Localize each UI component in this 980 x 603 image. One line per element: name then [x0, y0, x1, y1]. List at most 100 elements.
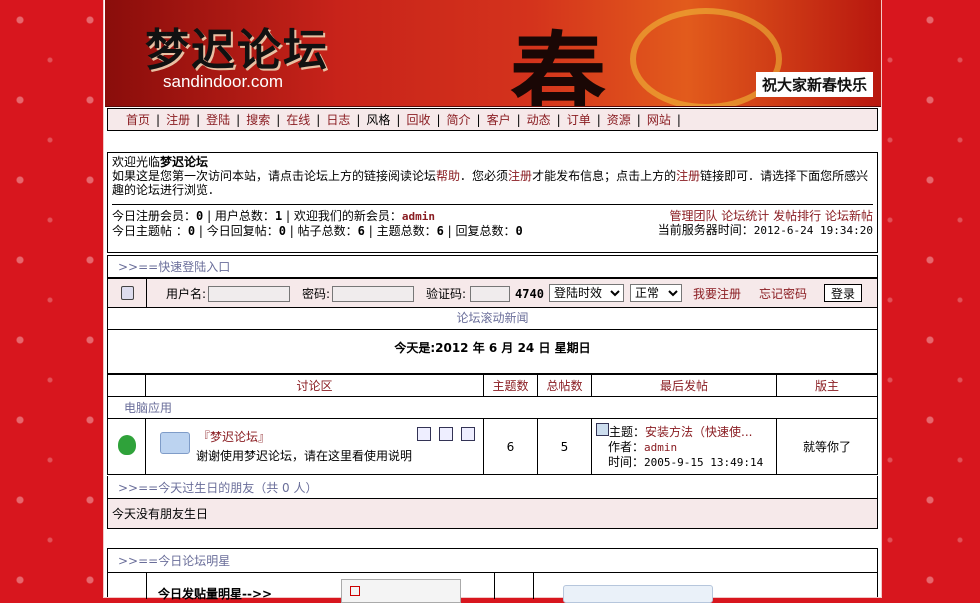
welcome-forum-name: 梦迟论坛 [160, 155, 209, 169]
nav-style[interactable]: 风格 [360, 111, 396, 128]
stars-header: >>==今日论坛明星 [108, 549, 877, 573]
nav-resources[interactable]: 资源 [601, 111, 637, 128]
author-link[interactable]: admin [644, 441, 677, 454]
scrolling-news[interactable]: 论坛滚动新闻 [107, 308, 878, 330]
captcha-group: 验证码: 4740 [426, 285, 544, 302]
login-duration-select[interactable]: 登陆时效 [549, 284, 624, 302]
nav-intro[interactable]: 简介 [441, 111, 477, 128]
nav-login[interactable]: 登陆 [200, 111, 236, 128]
welcome-text-b: ．您必须 [460, 169, 509, 183]
quick-login-header: >>==快速登陆入口 [107, 255, 878, 278]
quick-register-group: 我要注册 [693, 285, 741, 302]
forum-info-cell: 『梦迟论坛』 谢谢使用梦迟论坛，请在这里看使用说明 [145, 418, 484, 475]
posts-value: 6 [357, 224, 365, 238]
today-replies-value: 0 [278, 224, 286, 238]
nav-activity[interactable]: 动态 [521, 111, 557, 128]
user-icon [120, 286, 134, 300]
username-group: 用户名: [166, 285, 291, 302]
link-post-ranking[interactable]: 发帖排行 [773, 209, 821, 223]
birthday-count: （共 0 人） [254, 480, 318, 495]
password-group: 密码: [302, 285, 415, 302]
stars-body: 今日发贴量明星-->> [108, 573, 877, 603]
login-button-group: 登录 [824, 284, 863, 302]
nav-search[interactable]: 搜索 [240, 111, 276, 128]
forum-status-cell [107, 418, 146, 475]
users-label: 用户总数： [214, 209, 275, 223]
forum-logo[interactable]: 梦迟论坛 [145, 14, 329, 78]
header-posts: 总帖数 [537, 374, 592, 397]
quick-register-link[interactable]: 我要注册 [693, 285, 741, 302]
header-forum: 讨论区 [145, 374, 484, 397]
forum-topics-count: 6 [483, 418, 538, 475]
divider [112, 204, 873, 205]
banner-spring-char: 春 [510, 21, 606, 107]
header-moderator: 版主 [776, 374, 878, 397]
today-topics-label: 今日主题帖 ： [112, 224, 188, 238]
replies-label: 回复总数： [455, 224, 516, 238]
nav-client[interactable]: 客户 [481, 111, 517, 128]
link-forum-stats[interactable]: 论坛统计 [721, 209, 769, 223]
new-member-label: 欢迎我们的新会员： [293, 209, 402, 223]
welcome-prefix: 欢迎光临 [112, 155, 161, 169]
quick-login-title: >>==快速登陆入口 [118, 260, 231, 274]
captcha-input[interactable] [470, 285, 511, 302]
posts-label: 帖子总数： [297, 224, 358, 238]
forum-name-link[interactable]: 『梦迟论坛』 [198, 430, 270, 444]
login-button[interactable]: 登录 [824, 284, 863, 302]
last-post-cell: 主题：安装方法（快速使... 作者：admin 时间：2005-9-15 13:… [591, 418, 777, 475]
chart-icon[interactable] [439, 427, 454, 441]
replies-value: 0 [515, 224, 523, 238]
last-topic-link[interactable]: 安装方法（快速使... [645, 425, 752, 439]
author-label: 作者： [608, 440, 645, 454]
broken-image-icon [350, 586, 360, 596]
login-mode-select[interactable]: 正常 [630, 284, 682, 302]
login-icon-cell [108, 279, 147, 307]
nav-home[interactable]: 首页 [120, 111, 156, 128]
today-reg-label: 今日注册会员： [112, 209, 197, 223]
nav-log[interactable]: 日志 [320, 111, 356, 128]
stats-right: 管理团队 论坛统计 发帖排行 论坛新帖 当前服务器时间：2012-6-24 19… [658, 209, 873, 238]
welcome-message: 如果这是您第一次访问本站，请点击论坛上方的链接阅读论坛帮助．您必须注册才能发布信… [112, 169, 873, 197]
birthday-header: >>==今天过生日的朋友 （共 0 人） [107, 476, 878, 499]
apple-icon [117, 435, 136, 455]
quick-login-form: 用户名: 密码: 验证码: 4740 登陆时效 正常 我要注册 忘记密码 登录 [107, 278, 878, 308]
nav-site[interactable]: 网站 [641, 111, 677, 128]
today-reg-value: 0 [196, 209, 204, 223]
duration-group: 登陆时效 [549, 284, 624, 302]
forgot-password-link[interactable]: 忘记密码 [759, 285, 807, 302]
folder-icon [160, 432, 190, 454]
username-input[interactable] [208, 285, 291, 302]
stars-title: >>==今日论坛明星 [118, 554, 231, 568]
last-post-time: 2005-9-15 13:49:14 [644, 456, 764, 469]
site-url: sandindoor.com [163, 72, 284, 91]
nav-orders[interactable]: 订单 [561, 111, 597, 128]
category-name[interactable]: 电脑应用 [107, 396, 878, 419]
username-label: 用户名: [166, 287, 207, 301]
today-topics-value: 0 [187, 224, 196, 238]
forum-actions [413, 427, 475, 444]
nav-recycle[interactable]: 回收 [400, 111, 436, 128]
header-topics: 主题数 [483, 374, 538, 397]
new-member-link[interactable]: admin [402, 210, 435, 223]
forum-row: 『梦迟论坛』 谢谢使用梦迟论坛，请在这里看使用说明 6 5 主题：安装方法（快速… [107, 418, 878, 475]
forum-stats: 今日注册会员：0 | 用户总数：1 | 欢迎我们的新会员：admin 今日主题帖… [112, 209, 873, 238]
forgot-group: 忘记密码 [759, 285, 807, 302]
server-time-value: 2012-6-24 19:34:20 [753, 224, 873, 237]
banner-greeting: 祝大家新春快乐 [755, 72, 873, 97]
register-link-2[interactable]: 注册 [676, 169, 700, 183]
link-new-posts[interactable]: 论坛新帖 [825, 209, 873, 223]
list-icon[interactable] [417, 427, 432, 441]
last-topic-label: 主题： [609, 425, 646, 439]
password-input[interactable] [332, 285, 415, 302]
page-container: 梦迟论坛 sandindoor.com 春 祝大家新春快乐 首页 | 注册 | 登陆… [104, 0, 881, 603]
top-nav: 首页 | 注册 | 登陆 | 搜索 | 在线 | 日志 | 风格 | 回收 | 简介 | 客户 | … [107, 108, 878, 131]
link-admin-team[interactable]: 管理团队 [669, 209, 717, 223]
forum-description: 谢谢使用梦迟论坛，请在这里看使用说明 [196, 449, 413, 463]
forum-table-header: 讨论区 主题数 总帖数 最后发帖 版主 [107, 374, 878, 397]
help-link[interactable]: 帮助 [436, 169, 460, 183]
register-link[interactable]: 注册 [508, 169, 532, 183]
check-icon[interactable] [461, 427, 475, 441]
topics-value: 6 [436, 224, 444, 238]
nav-register[interactable]: 注册 [160, 111, 196, 128]
nav-online[interactable]: 在线 [280, 111, 316, 128]
